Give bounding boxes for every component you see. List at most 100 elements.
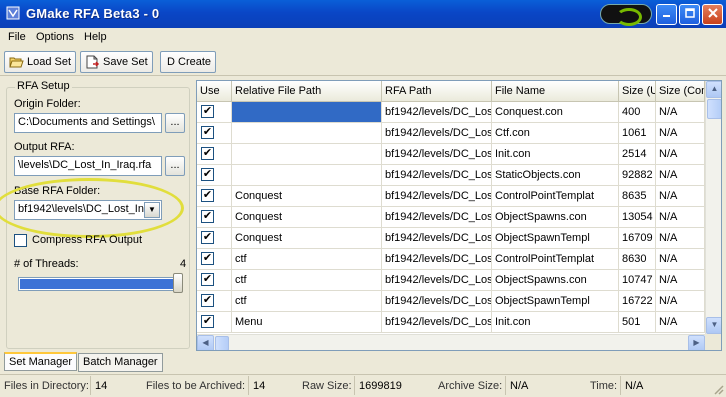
threads-slider[interactable] [18,277,182,291]
file-name-cell[interactable]: Ctf.con [492,123,619,144]
create-button[interactable]: D Create [160,51,217,73]
size-compressed-cell[interactable]: N/A [656,144,705,165]
col-use[interactable]: Use [197,81,232,102]
scroll-left-button[interactable]: ◀ [197,335,214,350]
vertical-scroll-thumb[interactable] [707,99,721,119]
relative-path-cell[interactable]: ctf [232,291,382,312]
rfa-path-cell[interactable]: bf1942/levels/DC_Los [382,207,492,228]
size-uncompressed-cell[interactable]: 8630 [619,249,656,270]
size-compressed-cell[interactable]: N/A [656,291,705,312]
file-name-cell[interactable]: ControlPointTemplat [492,249,619,270]
size-compressed-cell[interactable]: N/A [656,186,705,207]
relative-path-cell[interactable]: Conquest [232,207,382,228]
grid-horizontal-scrollbar[interactable]: ◀ ▶ [197,334,705,350]
table-row[interactable]: ✔ Conquest bf1942/levels/DC_Los ObjectSpawn… [197,207,705,228]
use-checkbox[interactable]: ✔ [201,189,214,202]
rfa-path-cell[interactable]: bf1942/levels/DC_Los [382,312,492,333]
rfa-path-cell[interactable]: bf1942/levels/DC_Los [382,144,492,165]
file-name-cell[interactable]: ObjectSpawnTempl [492,291,619,312]
size-uncompressed-cell[interactable]: 13054 [619,207,656,228]
grid-vertical-scrollbar[interactable]: ▲ ▼ [705,81,721,334]
size-compressed-cell[interactable]: N/A [656,123,705,144]
table-row[interactable]: ✔ Conquest bf1942/levels/DC_Los ObjectSpawn… [197,228,705,249]
origin-browse-button[interactable]: ... [165,113,185,133]
save-set-button[interactable]: Save Set [80,51,153,73]
close-button[interactable] [702,4,723,25]
size-uncompressed-cell[interactable]: 8635 [619,186,656,207]
col-rfa-path[interactable]: RFA Path [382,81,492,102]
rfa-path-cell[interactable]: bf1942/levels/DC_Los [382,228,492,249]
load-set-button[interactable]: Load Set [4,51,77,73]
relative-path-cell[interactable] [232,102,382,123]
size-compressed-cell[interactable]: N/A [656,207,705,228]
relative-path-cell[interactable] [232,123,382,144]
output-rfa-field[interactable]: \levels\DC_Lost_In_Iraq.rfa [14,156,162,176]
minimize-button[interactable] [656,4,677,25]
size-compressed-cell[interactable]: N/A [656,165,705,186]
compress-rfa-checkbox[interactable] [14,234,27,247]
table-row[interactable]: ✔ ctf bf1942/levels/DC_Los ObjectSpawns.con… [197,270,705,291]
rfa-path-cell[interactable]: bf1942/levels/DC_Los [382,249,492,270]
size-uncompressed-cell[interactable]: 501 [619,312,656,333]
table-row[interactable]: ✔ bf1942/levels/DC_Los StaticObjects.con 92… [197,165,705,186]
relative-path-cell[interactable]: ctf [232,249,382,270]
rfa-path-cell[interactable]: bf1942/levels/DC_Los [382,102,492,123]
size-uncompressed-cell[interactable]: 16709 [619,228,656,249]
use-checkbox[interactable]: ✔ [201,105,214,118]
col-relative-path[interactable]: Relative File Path [232,81,382,102]
size-uncompressed-cell[interactable]: 2514 [619,144,656,165]
file-name-cell[interactable]: ControlPointTemplat [492,186,619,207]
use-checkbox[interactable]: ✔ [201,231,214,244]
size-compressed-cell[interactable]: N/A [656,102,705,123]
file-name-cell[interactable]: StaticObjects.con [492,165,619,186]
menu-options[interactable]: Options [36,31,74,43]
tab-set-manager[interactable]: Set Manager [4,352,77,371]
tab-batch-manager[interactable]: Batch Manager [78,353,163,372]
threads-slider-thumb[interactable] [173,273,183,293]
size-uncompressed-cell[interactable]: 400 [619,102,656,123]
file-name-cell[interactable]: Conquest.con [492,102,619,123]
size-uncompressed-cell[interactable]: 1061 [619,123,656,144]
rfa-path-cell[interactable]: bf1942/levels/DC_Los [382,270,492,291]
relative-path-cell[interactable]: ctf [232,270,382,291]
use-checkbox[interactable]: ✔ [201,273,214,286]
menu-file[interactable]: File [8,31,26,43]
use-checkbox[interactable]: ✔ [201,147,214,160]
scroll-down-button[interactable]: ▼ [706,317,721,334]
table-row[interactable]: ✔ bf1942/levels/DC_Los Init.con 2514 N/A [197,144,705,165]
size-compressed-cell[interactable]: N/A [656,249,705,270]
relative-path-cell[interactable]: Conquest [232,228,382,249]
file-name-cell[interactable]: ObjectSpawns.con [492,270,619,291]
output-browse-button[interactable]: ... [165,156,185,176]
col-size-compressed[interactable]: Size (Com [656,81,705,102]
size-uncompressed-cell[interactable]: 16722 [619,291,656,312]
size-compressed-cell[interactable]: N/A [656,228,705,249]
table-row[interactable]: ✔ ctf bf1942/levels/DC_Los ControlPointTemp… [197,249,705,270]
rfa-path-cell[interactable]: bf1942/levels/DC_Los [382,291,492,312]
relative-path-cell[interactable]: Conquest [232,186,382,207]
use-checkbox[interactable]: ✔ [201,294,214,307]
maximize-button[interactable] [679,4,700,25]
origin-folder-field[interactable]: C:\Documents and Settings\ [14,113,162,133]
use-checkbox[interactable]: ✔ [201,210,214,223]
base-rfa-dropdown-button[interactable]: ▼ [144,202,160,218]
col-size-uncompressed[interactable]: Size (Uncomp [619,81,656,102]
use-checkbox[interactable]: ✔ [201,168,214,181]
table-row[interactable]: ✔ Menu bf1942/levels/DC_Los Init.con 501 N/A [197,312,705,333]
use-checkbox[interactable]: ✔ [201,126,214,139]
relative-path-cell[interactable]: Menu [232,312,382,333]
rfa-path-cell[interactable]: bf1942/levels/DC_Los [382,123,492,144]
table-row[interactable]: ✔ ctf bf1942/levels/DC_Los ObjectSpawnTempl… [197,291,705,312]
file-name-cell[interactable]: Init.con [492,312,619,333]
size-compressed-cell[interactable]: N/A [656,312,705,333]
base-rfa-folder-select[interactable]: bf1942\levels\DC_Lost_In [14,200,162,220]
rfa-path-cell[interactable]: bf1942/levels/DC_Los [382,186,492,207]
table-row[interactable]: ✔ bf1942/levels/DC_Los Conquest.con 400 N/A [197,102,705,123]
table-row[interactable]: ✔ Conquest bf1942/levels/DC_Los ControlPoin… [197,186,705,207]
relative-path-cell[interactable] [232,165,382,186]
horizontal-scroll-thumb[interactable] [215,336,229,350]
table-row[interactable]: ✔ bf1942/levels/DC_Los Ctf.con 1061 N/A [197,123,705,144]
resize-grip-icon[interactable] [712,383,724,395]
size-compressed-cell[interactable]: N/A [656,270,705,291]
col-file-name[interactable]: File Name [492,81,619,102]
